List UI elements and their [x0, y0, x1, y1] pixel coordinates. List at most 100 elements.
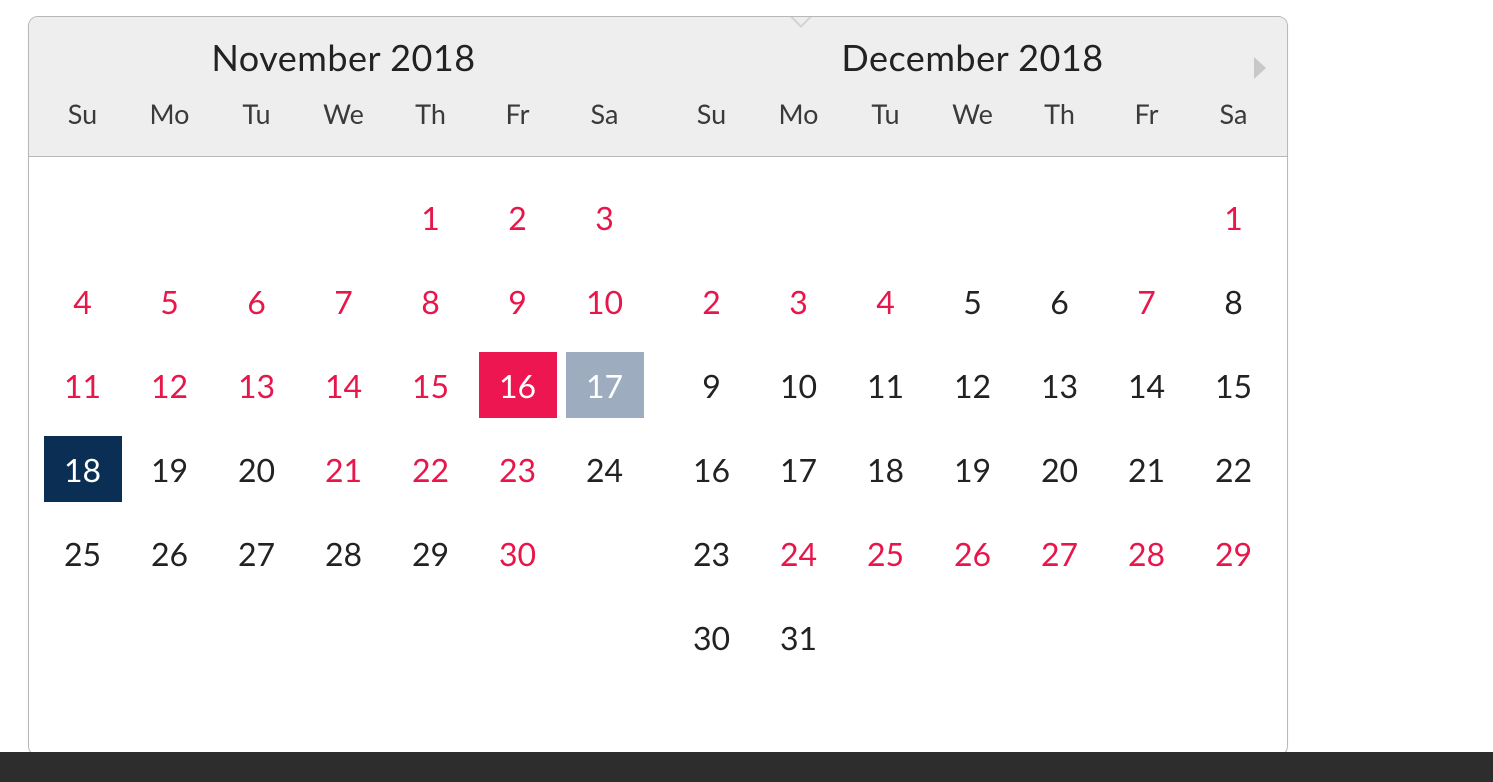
calendar-day-empty [1016, 595, 1103, 679]
calendar-day[interactable]: 12 [929, 343, 1016, 427]
calendar-day-number: 12 [934, 352, 1012, 418]
calendar-day-number: 30 [673, 604, 751, 670]
calendar-day[interactable]: 3 [755, 259, 842, 343]
calendar-day[interactable]: 11 [39, 343, 126, 427]
calendar-day[interactable]: 1 [387, 175, 474, 259]
calendar-week: 252627282930 [39, 511, 648, 595]
calendar-day[interactable]: 27 [1016, 511, 1103, 595]
calendar-day-number: 28 [305, 520, 383, 586]
calendar-day[interactable]: 19 [929, 427, 1016, 511]
calendar-day-number: 7 [1108, 268, 1186, 334]
calendar-day[interactable]: 26 [929, 511, 1016, 595]
calendar-week: 1 [668, 175, 1277, 259]
calendar-day[interactable]: 27 [213, 511, 300, 595]
calendar-day[interactable]: 21 [1103, 427, 1190, 511]
calendar-day-number: 24 [566, 436, 644, 502]
calendar-day-number: 17 [760, 436, 838, 502]
calendar-day-number: 5 [934, 268, 1012, 334]
calendar-day[interactable]: 24 [755, 511, 842, 595]
calendar-day-number: 19 [934, 436, 1012, 502]
calendar-day[interactable]: 15 [387, 343, 474, 427]
calendar-day[interactable]: 16 [474, 343, 561, 427]
calendar-day[interactable]: 22 [1190, 427, 1277, 511]
calendar-day-number: 23 [479, 436, 557, 502]
calendar-day[interactable]: 2 [668, 259, 755, 343]
calendar-day[interactable]: 18 [39, 427, 126, 511]
calendar-day[interactable]: 22 [387, 427, 474, 511]
calendar-day[interactable]: 13 [1016, 343, 1103, 427]
calendar-day[interactable]: 5 [929, 259, 1016, 343]
calendar-day[interactable]: 8 [387, 259, 474, 343]
calendar-day-number: 20 [1021, 436, 1099, 502]
calendar-day-number [673, 184, 751, 250]
calendar-day[interactable]: 8 [1190, 259, 1277, 343]
calendar-day[interactable]: 6 [213, 259, 300, 343]
calendar-day[interactable]: 31 [755, 595, 842, 679]
calendar-day[interactable]: 14 [1103, 343, 1190, 427]
calendar-day[interactable]: 30 [668, 595, 755, 679]
calendar-day[interactable]: 16 [668, 427, 755, 511]
calendar-day[interactable]: 26 [126, 511, 213, 595]
next-month-button[interactable] [1251, 55, 1269, 81]
calendar-day[interactable]: 17 [561, 343, 648, 427]
calendar-day[interactable]: 4 [39, 259, 126, 343]
calendar-day[interactable]: 11 [842, 343, 929, 427]
calendar-day-number: 1 [392, 184, 470, 250]
calendar-day-number: 5 [131, 268, 209, 334]
calendar-day[interactable]: 14 [300, 343, 387, 427]
calendar-day[interactable]: 25 [842, 511, 929, 595]
calendar-day[interactable]: 2 [474, 175, 561, 259]
calendar-day[interactable]: 20 [213, 427, 300, 511]
calendar-day[interactable]: 28 [1103, 511, 1190, 595]
calendar-day[interactable]: 5 [126, 259, 213, 343]
calendar-day-number: 3 [760, 268, 838, 334]
calendar-week: 9101112131415 [668, 343, 1277, 427]
month-left-title: November 2018 [29, 35, 658, 79]
month-grid-right: 1234567891011121314151617181920212223242… [658, 157, 1287, 689]
calendar-day-number: 2 [479, 184, 557, 250]
calendar-day[interactable]: 9 [474, 259, 561, 343]
calendar-day-number: 24 [760, 520, 838, 586]
calendar-day[interactable]: 18 [842, 427, 929, 511]
calendar-day[interactable]: 13 [213, 343, 300, 427]
calendar-day[interactable]: 21 [300, 427, 387, 511]
calendar-day-number [44, 184, 122, 250]
dow-label: Th [387, 97, 474, 130]
calendar-day[interactable]: 15 [1190, 343, 1277, 427]
calendar-day-empty [126, 175, 213, 259]
calendar-day[interactable]: 23 [474, 427, 561, 511]
calendar-day[interactable]: 29 [1190, 511, 1277, 595]
calendar-day[interactable]: 10 [561, 259, 648, 343]
calendar-week: 123 [39, 175, 648, 259]
calendar-day[interactable]: 17 [755, 427, 842, 511]
calendar-day[interactable]: 19 [126, 427, 213, 511]
calendar-day[interactable]: 28 [300, 511, 387, 595]
calendar-day[interactable]: 24 [561, 427, 648, 511]
calendar-day[interactable]: 1 [1190, 175, 1277, 259]
calendar-day[interactable]: 25 [39, 511, 126, 595]
calendar-day[interactable]: 29 [387, 511, 474, 595]
dow-label: Su [668, 97, 755, 130]
dow-label: Sa [561, 97, 648, 130]
calendar-day-empty [213, 175, 300, 259]
calendar-day[interactable]: 7 [300, 259, 387, 343]
calendar-day-number: 8 [392, 268, 470, 334]
calendar-day[interactable]: 23 [668, 511, 755, 595]
calendar-day-number: 18 [44, 436, 122, 502]
calendar-day[interactable]: 7 [1103, 259, 1190, 343]
calendar-day-empty [561, 511, 648, 595]
calendar-day-number [1108, 184, 1186, 250]
calendar-day[interactable]: 3 [561, 175, 648, 259]
calendar-day-empty [842, 175, 929, 259]
calendar-day[interactable]: 6 [1016, 259, 1103, 343]
calendar-day-number: 28 [1108, 520, 1186, 586]
calendar-day[interactable]: 10 [755, 343, 842, 427]
calendar-day-number: 3 [566, 184, 644, 250]
calendar-day[interactable]: 9 [668, 343, 755, 427]
calendar-day[interactable]: 12 [126, 343, 213, 427]
calendar-day[interactable]: 30 [474, 511, 561, 595]
calendar-day[interactable]: 4 [842, 259, 929, 343]
dow-label: Sa [1190, 97, 1277, 130]
calendar-day-number: 6 [1021, 268, 1099, 334]
calendar-day[interactable]: 20 [1016, 427, 1103, 511]
